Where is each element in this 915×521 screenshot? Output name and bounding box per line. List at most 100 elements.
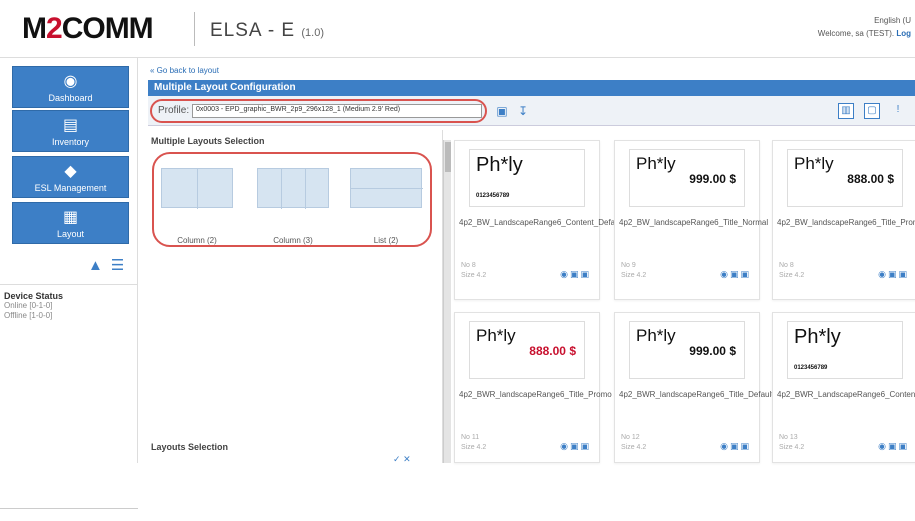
layout-tile[interactable]: Ph*ly 999.00 $ 4p2_BW_landscapeRange6_Ti… <box>614 140 769 300</box>
preview-price: 888.00 $ <box>847 172 894 186</box>
esl-preview: Ph*ly 888.00 $ <box>469 321 585 379</box>
sidebar-item-dashboard[interactable]: ◉ Dashboard <box>12 66 129 108</box>
copy-icon[interactable]: ▣ <box>898 441 909 451</box>
app-title: ELSA - E (1.0) <box>210 20 325 41</box>
sidebar-item-layout[interactable]: ▦ Layout <box>12 202 129 244</box>
sidebar-item-label: ESL Management <box>34 183 107 193</box>
layout-option-column-2[interactable] <box>161 168 233 209</box>
save-icon[interactable]: ▣ <box>495 104 509 118</box>
header-divider <box>194 12 195 46</box>
esl-preview: Ph*ly 999.00 $ <box>629 149 745 207</box>
copy-icon[interactable]: ▣ <box>580 269 591 279</box>
bell-icon[interactable]: ▲ <box>88 257 103 274</box>
preview-title: Ph*ly <box>636 154 676 173</box>
edit-icon[interactable]: ▣ <box>570 269 581 279</box>
sidebar-item-esl-management[interactable]: ◆ ESL Management <box>12 156 129 198</box>
edit-icon[interactable]: ▣ <box>730 441 741 451</box>
profile-label: Profile: <box>158 105 190 116</box>
view-icon[interactable]: ◉ <box>560 441 570 451</box>
tile-actions: ◉▣▣ <box>878 441 909 452</box>
offline-count: Offline [1-0-0] <box>4 311 53 320</box>
tile-actions: ◉▣▣ <box>878 269 909 280</box>
image-icon[interactable]: ▥ <box>838 103 854 119</box>
layout-label: List (2) <box>373 236 399 245</box>
info-icon[interactable]: ! <box>890 103 906 119</box>
tile-name: 4p2_BWR_landscapeRange6_Title_Default <box>619 390 774 399</box>
preview-title: Ph*ly <box>794 154 834 173</box>
tile-name: 4p2_BW_landscapeRange6_Title_Promo <box>777 218 915 227</box>
dashboard-icon: ◉ <box>63 73 78 90</box>
esl-preview: Ph*ly 999.00 $ <box>629 321 745 379</box>
layout-tile[interactable]: Ph*ly 999.00 $ 4p2_BWR_landscapeRange6_T… <box>614 312 774 463</box>
layout-tile[interactable]: Ph*ly 0123456789 4p2_BWR_LandscapeRange6… <box>772 312 915 463</box>
tile-meta: No 11 Size 4.2 <box>461 434 487 451</box>
layout-option-list-2[interactable] <box>350 168 423 208</box>
layout-tile[interactable]: Ph*ly 0123456789 4p2_BW_LandscapeRange6_… <box>454 140 624 300</box>
user-info: English (U Welcome, sa (TEST). Log <box>818 14 911 40</box>
copy-icon[interactable]: ▣ <box>740 441 751 451</box>
preview-price: 999.00 $ <box>689 172 736 186</box>
sidebar-item-label: Layout <box>56 229 85 239</box>
profile-select[interactable]: 0x0003 - EPD_graphic_BWR_2p9_296x128_1 (… <box>192 104 482 118</box>
view-icon[interactable]: ◉ <box>878 441 888 451</box>
m2comm-logo[interactable]: M2COMM <box>22 12 154 46</box>
copy-icon[interactable]: ▣ <box>580 441 591 451</box>
view-icon[interactable]: ◉ <box>720 269 730 279</box>
tile-meta: No 8 Size 4.2 <box>779 262 805 279</box>
tile-actions: ◉▣▣ <box>560 441 591 452</box>
sidebar-item-inventory[interactable]: ▤ Inventory <box>12 110 129 152</box>
tile-meta: No 13 Size 4.2 <box>779 434 805 451</box>
tile-actions: ◉▣▣ <box>720 441 751 452</box>
esl-preview: Ph*ly 0123456789 <box>787 321 903 379</box>
edit-icon[interactable]: ▣ <box>888 441 899 451</box>
preview-price: 888.00 $ <box>529 344 576 358</box>
esl-preview: Ph*ly 888.00 $ <box>787 149 903 207</box>
inventory-icon: ▤ <box>62 117 79 134</box>
edit-icon[interactable]: ▣ <box>570 441 581 451</box>
device-status: Device Status Online [0-1-0] Offline [1-… <box>0 284 138 327</box>
multiple-layouts-title: Multiple Layouts Selection <box>151 136 265 146</box>
copy-icon[interactable]: ▣ <box>740 269 751 279</box>
esl-preview: Ph*ly 0123456789 <box>469 149 585 207</box>
app-version: (1.0) <box>301 27 325 39</box>
sidebar-footer <box>0 508 138 521</box>
tile-meta: No 12 Size 4.2 <box>621 434 647 451</box>
tile-name: 4p2_BWR_LandscapeRange6_Content_Default <box>777 390 915 399</box>
tile-name: 4p2_BW_landscapeRange6_Title_Normal <box>619 218 769 227</box>
tile-name: 4p2_BWR_landscapeRange6_Title_Promo <box>459 390 612 399</box>
layouts-highlight: Column (2) Column (3) List (2) <box>152 152 432 247</box>
layout-label: Column (2) <box>177 236 217 245</box>
layout-tile[interactable]: Ph*ly 888.00 $ 4p2_BWR_landscapeRange6_T… <box>454 312 612 463</box>
logout-link[interactable]: Log <box>896 29 911 38</box>
scrollbar-thumb[interactable] <box>445 142 451 172</box>
layouts-selection-actions: ✓ ✕ <box>393 454 411 465</box>
preview-barcode: 0123456789 <box>476 193 510 199</box>
multiple-layouts-panel: Multiple Layouts Selection Column (2) Co… <box>148 130 443 465</box>
grid-icon: ▦ <box>62 209 79 226</box>
view-icon[interactable]: ◉ <box>878 269 888 279</box>
language-selector[interactable]: English (U <box>818 14 911 27</box>
edit-icon[interactable]: ▣ <box>730 269 741 279</box>
download-icon[interactable]: ↧ <box>516 104 530 118</box>
sidebar: ◉ Dashboard ▤ Inventory ◆ ESL Management… <box>0 58 138 509</box>
back-to-layout-link[interactable]: « Go back to layout <box>150 66 219 75</box>
copy-icon[interactable]: ▣ <box>898 269 909 279</box>
edit-icon[interactable]: ▣ <box>888 269 899 279</box>
tag-icon: ◆ <box>64 163 77 180</box>
sidebar-quick-icons: ▲ ☰ <box>80 256 124 274</box>
layout-tiles: Ph*ly 0123456789 4p2_BW_LandscapeRange6_… <box>454 130 915 463</box>
panel-scrollbar[interactable] <box>443 140 451 463</box>
layout-option-column-3[interactable] <box>257 168 329 209</box>
list-icon[interactable]: ☰ <box>111 257 124 274</box>
preview-barcode: 0123456789 <box>794 365 828 371</box>
view-icon[interactable]: ◉ <box>720 441 730 451</box>
main-content: « Go back to layout Multiple Layout Conf… <box>142 58 915 465</box>
preview-title: Ph*ly <box>476 326 516 345</box>
preview-title: Ph*ly <box>794 326 841 348</box>
page-icon[interactable]: ▢ <box>864 103 880 119</box>
view-icon[interactable]: ◉ <box>560 269 570 279</box>
layout-tile[interactable]: Ph*ly 888.00 $ 4p2_BW_landscapeRange6_Ti… <box>772 140 915 300</box>
layouts-selection-title: Layouts Selection <box>151 442 229 452</box>
tile-name: 4p2_BW_LandscapeRange6_Content_Default <box>459 218 624 227</box>
toolbar: Profile: 0x0003 - EPD_graphic_BWR_2p9_29… <box>148 96 915 126</box>
